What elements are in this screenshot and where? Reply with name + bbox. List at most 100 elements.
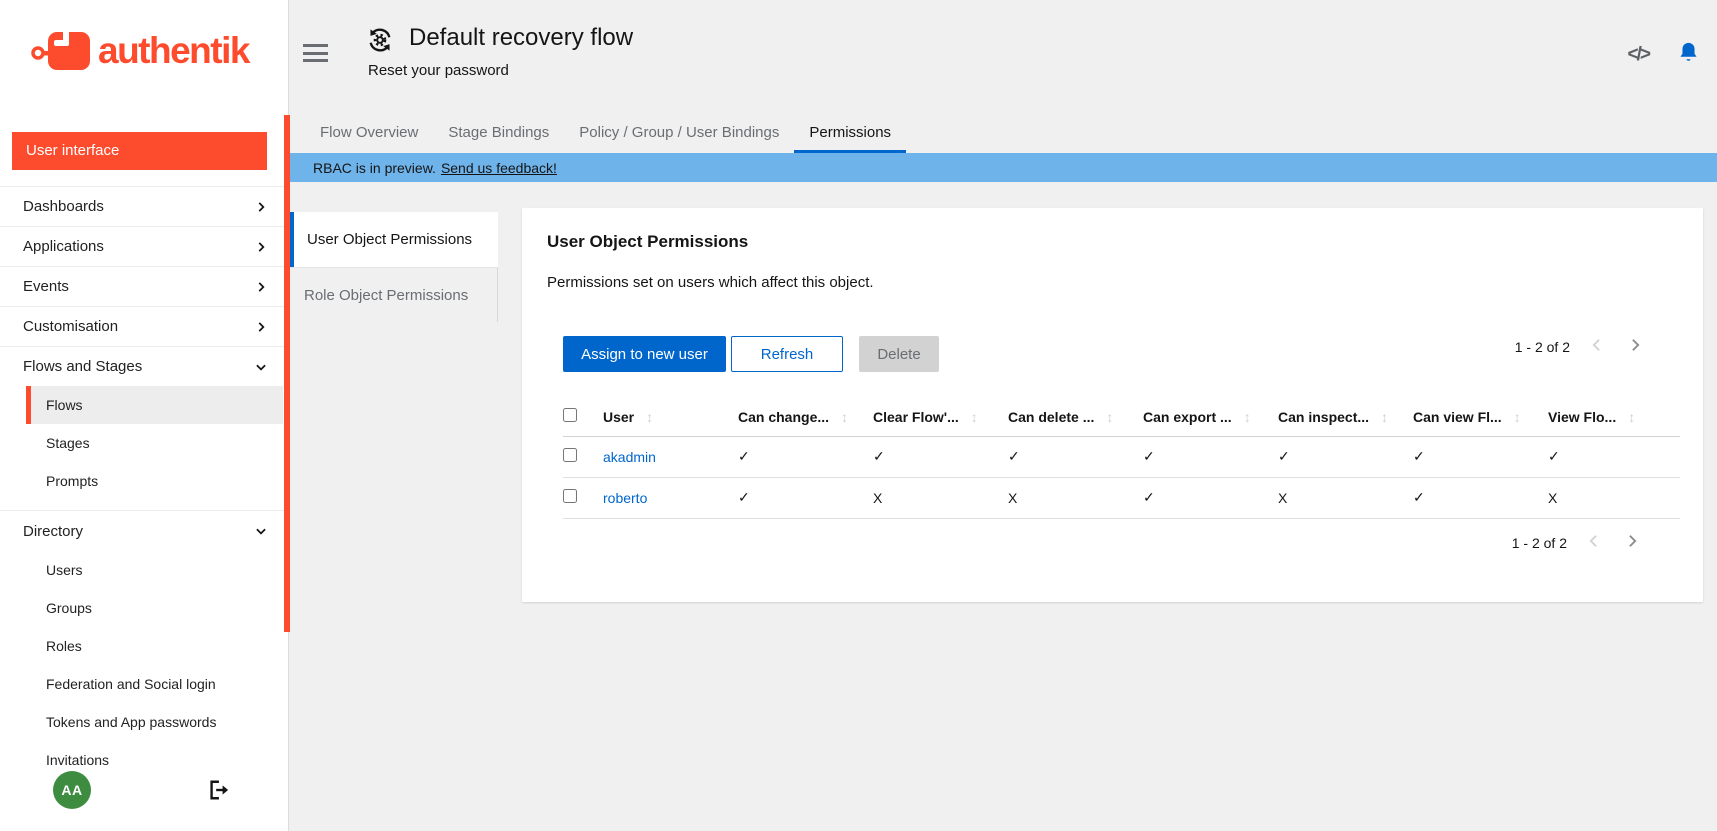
sort-icon[interactable]: ↕ [841,409,848,425]
subtab-role-object-permissions[interactable]: Role Object Permissions [290,267,498,322]
authentik-logo[interactable]: authentik [30,28,249,74]
column-header-can-delete: Can delete ... [1008,409,1094,425]
sort-icon[interactable]: ↕ [1628,409,1635,425]
delete-button[interactable]: Delete [859,336,939,372]
main-area: Default recovery flow Reset your passwor… [290,0,1717,831]
perm-cell: ✓ [1143,436,1278,477]
refresh-button[interactable]: Refresh [731,336,843,372]
authentik-key-icon [30,28,94,74]
column-header-view-flow: View Flo... [1548,409,1616,425]
column-header-can-change: Can change... [738,409,829,425]
hamburger-menu-icon[interactable] [303,44,328,67]
pagination-next-icon[interactable] [1625,338,1646,355]
chevron-right-icon [254,240,268,254]
sidebar-item-federation[interactable]: Federation and Social login [0,665,289,703]
sidebar-item-flows-and-stages[interactable]: Flows and Stages [0,346,289,386]
sign-out-icon[interactable] [207,779,229,806]
user-object-permissions-card: User Object Permissions Permissions set … [522,208,1703,602]
sidebar-item-roles[interactable]: Roles [0,627,289,665]
card-title: User Object Permissions [547,232,748,252]
perm-cell: X [1278,477,1413,518]
brand-name: authentik [98,30,249,72]
sort-icon[interactable]: ↕ [1244,409,1251,425]
perm-cell: ✓ [1143,477,1278,518]
sidebar-item-prompts[interactable]: Prompts [0,462,289,500]
chevron-down-icon [254,360,268,374]
tab-stage-bindings[interactable]: Stage Bindings [433,115,564,153]
perm-cell: ✓ [1278,436,1413,477]
sidebar-item-tokens[interactable]: Tokens and App passwords [0,703,289,741]
table-header-row: User ↕ Can change... ↕ Clear Flow'... ↕ Can… [563,398,1680,436]
pagination-prev-icon[interactable] [1586,338,1607,355]
perm-cell: X [1548,477,1680,518]
page-subtitle: Reset your password [368,62,509,79]
sidebar-item-user-interface[interactable]: User interface [12,132,267,170]
pagination-next-icon[interactable] [1622,534,1643,551]
sidebar-item-flows[interactable]: Flows [26,386,283,424]
sidebar-item-directory[interactable]: Directory [0,511,289,551]
api-code-icon[interactable]: </> [1628,44,1649,66]
sidebar-item-customisation[interactable]: Customisation [0,306,289,346]
rbac-preview-banner: RBAC is in preview. Send us feedback! [290,153,1717,182]
sidebar-item-users[interactable]: Users [0,551,289,589]
permission-subtabs: User Object Permissions Role Object Perm… [290,212,498,322]
page-title: Default recovery flow [409,24,633,52]
feedback-link[interactable]: Send us feedback! [441,160,557,176]
sidebar-item-events[interactable]: Events [0,266,289,306]
column-header-can-export: Can export ... [1143,409,1232,425]
select-all-checkbox[interactable] [563,408,577,422]
tab-permissions[interactable]: Permissions [794,115,906,153]
chevron-right-icon [254,200,268,214]
row-checkbox[interactable] [563,489,577,503]
table-row: akadmin ✓ ✓ ✓ ✓ ✓ ✓ ✓ [563,436,1680,477]
pagination-prev-icon[interactable] [1583,534,1604,551]
perm-cell: X [873,477,1008,518]
sidebar-item-applications[interactable]: Applications [0,226,289,266]
pagination-range-label: 1 - 2 of 2 [1515,339,1570,355]
chevron-right-icon [254,320,268,334]
column-header-can-view: Can view Fl... [1413,409,1502,425]
subtab-user-object-permissions[interactable]: User Object Permissions [290,212,498,267]
header-actions: </> [1628,40,1700,69]
perm-cell: ✓ [1413,477,1548,518]
perm-cell: ✓ [738,477,873,518]
assign-to-new-user-button[interactable]: Assign to new user [563,336,726,372]
user-link-roberto[interactable]: roberto [603,490,647,506]
sort-icon[interactable]: ↕ [971,409,978,425]
chevron-right-icon [254,280,268,294]
sort-icon[interactable]: ↕ [1106,409,1113,425]
pagination-bottom: 1 - 2 of 2 [1512,534,1643,551]
column-header-user: User [603,409,634,425]
sort-icon[interactable]: ↕ [1381,409,1388,425]
avatar[interactable]: AA [53,771,91,809]
perm-cell: X [1008,477,1143,518]
sort-icon[interactable]: ↕ [646,409,653,425]
sidebar-footer: AA [0,771,289,815]
tab-flow-overview[interactable]: Flow Overview [305,115,433,153]
sidebar-item-stages[interactable]: Stages [0,424,289,462]
card-description: Permissions set on users which affect th… [547,274,874,291]
sidebar-nav: Dashboards Applications Events Customisa… [0,186,289,779]
permissions-table: User ↕ Can change... ↕ Clear Flow'... ↕ Can… [563,398,1680,519]
sidebar: authentik User interface Dashboards Appl… [0,0,289,831]
notifications-bell-icon[interactable] [1677,40,1700,69]
chevron-down-icon [254,524,268,538]
flow-tabs: Flow Overview Stage Bindings Policy / Gr… [290,115,1717,153]
pagination-range-label: 1 - 2 of 2 [1512,535,1567,551]
tab-policy-group-user-bindings[interactable]: Policy / Group / User Bindings [564,115,794,153]
column-header-clear-flow: Clear Flow'... [873,409,959,425]
perm-cell: ✓ [1008,436,1143,477]
banner-text: RBAC is in preview. [313,160,436,176]
perm-cell: ✓ [738,436,873,477]
table-row: roberto ✓ X X ✓ X ✓ X [563,477,1680,518]
sidebar-item-dashboards[interactable]: Dashboards [0,186,289,226]
sort-icon[interactable]: ↕ [1514,409,1521,425]
process-gear-icon [367,27,393,58]
perm-cell: ✓ [1548,436,1680,477]
perm-cell: ✓ [873,436,1008,477]
row-checkbox[interactable] [563,448,577,462]
pagination-top: 1 - 2 of 2 [1515,338,1646,355]
sidebar-item-groups[interactable]: Groups [0,589,289,627]
column-header-can-inspect: Can inspect... [1278,409,1369,425]
user-link-akadmin[interactable]: akadmin [603,449,656,465]
